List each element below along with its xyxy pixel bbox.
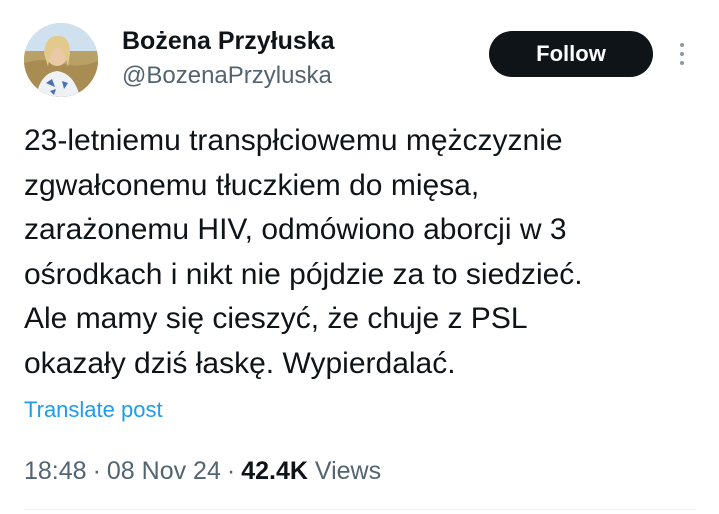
follow-button[interactable]: Follow bbox=[489, 31, 653, 77]
views-label: Views bbox=[314, 457, 382, 485]
views-count[interactable]: 42.4K bbox=[241, 457, 308, 485]
more-dot bbox=[680, 52, 684, 56]
meta-separator: · bbox=[92, 457, 101, 485]
tweet-text-line: zgwałconemu tłuczkiem do mięsa, bbox=[24, 168, 480, 202]
author-display-name[interactable]: Bożena Przyłuska bbox=[122, 25, 335, 57]
tweet-time[interactable]: 18:48 bbox=[24, 457, 87, 485]
meta-separator: · bbox=[226, 457, 236, 485]
tweet-header: Bożena Przyłuska @BozenaPrzyluska Follow bbox=[0, 0, 719, 110]
tweet-text-line: zarażonemu HIV, odmówiono aborcji w 3 bbox=[24, 213, 567, 246]
more-dot bbox=[680, 61, 684, 65]
divider bbox=[24, 509, 696, 510]
tweet-text-line: okazały dziś łaskę. Wypierdalać. bbox=[24, 346, 456, 380]
author-info: Bożena Przyłuska @BozenaPrzyluska bbox=[122, 25, 335, 92]
tweet-meta: 18:48 · 08 Nov 24 · 42.4K Views bbox=[24, 455, 381, 487]
translate-post-link[interactable]: Translate post bbox=[24, 396, 163, 424]
more-dot bbox=[680, 43, 684, 47]
tweet-text-line: Ale mamy się cieszyć, że chuje z PSL bbox=[24, 302, 528, 335]
more-vertical-icon[interactable] bbox=[670, 36, 694, 72]
tweet-text-line: ośrodkach i nikt nie pójdzie za to siedz… bbox=[24, 257, 583, 291]
tweet-text-line: 23-letniemu transpłciowemu mężczyznie bbox=[24, 124, 563, 157]
tweet-text: 23-letniemu transpłciowemu mężczyznie zg… bbox=[24, 119, 704, 386]
author-avatar[interactable] bbox=[24, 23, 98, 97]
tweet-date[interactable]: 08 Nov 24 bbox=[107, 457, 221, 485]
avatar-photo-icon bbox=[24, 23, 98, 97]
author-handle[interactable]: @BozenaPrzyluska bbox=[122, 60, 335, 92]
